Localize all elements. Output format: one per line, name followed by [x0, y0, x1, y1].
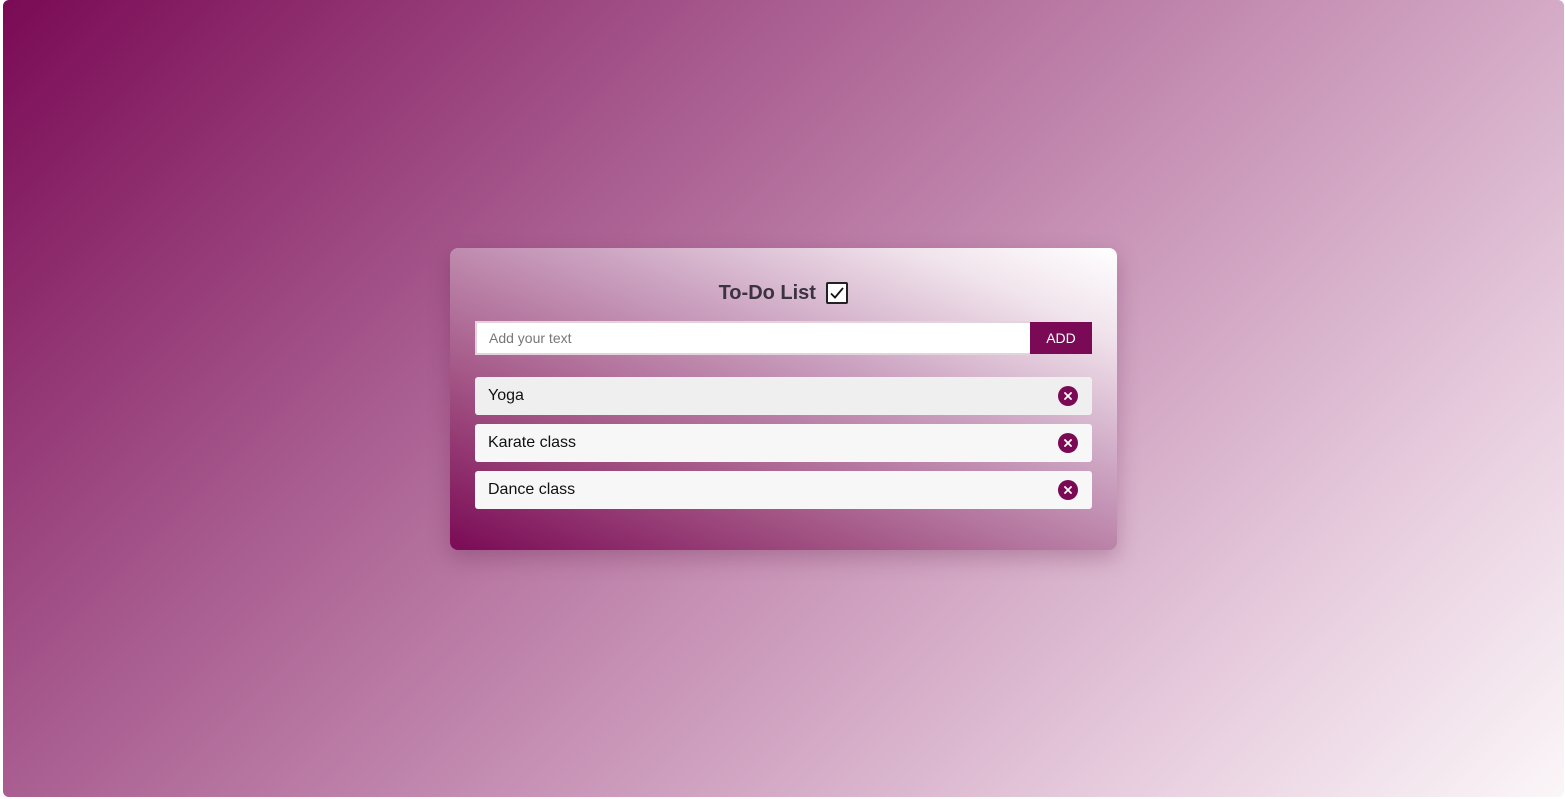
task-input[interactable] — [475, 321, 1030, 355]
task-item[interactable]: Dance class — [475, 471, 1092, 509]
task-item[interactable]: Karate class — [475, 424, 1092, 462]
close-circle-icon[interactable] — [1058, 480, 1078, 500]
header: To-Do List — [3, 281, 1564, 305]
task-label: Karate class — [488, 434, 577, 451]
page-background: To-Do List ADD Yoga Karate class — [3, 0, 1564, 797]
task-label: Dance class — [488, 481, 576, 498]
close-circle-icon[interactable] — [1058, 433, 1078, 453]
checkbox-checked-icon — [826, 281, 849, 304]
close-circle-icon[interactable] — [1058, 386, 1078, 406]
add-task-form: ADD — [475, 321, 1092, 355]
task-list: Yoga Karate class Dance class — [475, 377, 1092, 518]
task-item[interactable]: Yoga — [475, 377, 1092, 415]
task-label: Yoga — [488, 387, 524, 404]
app-title: To-Do List — [718, 282, 816, 304]
add-button[interactable]: ADD — [1030, 322, 1092, 354]
